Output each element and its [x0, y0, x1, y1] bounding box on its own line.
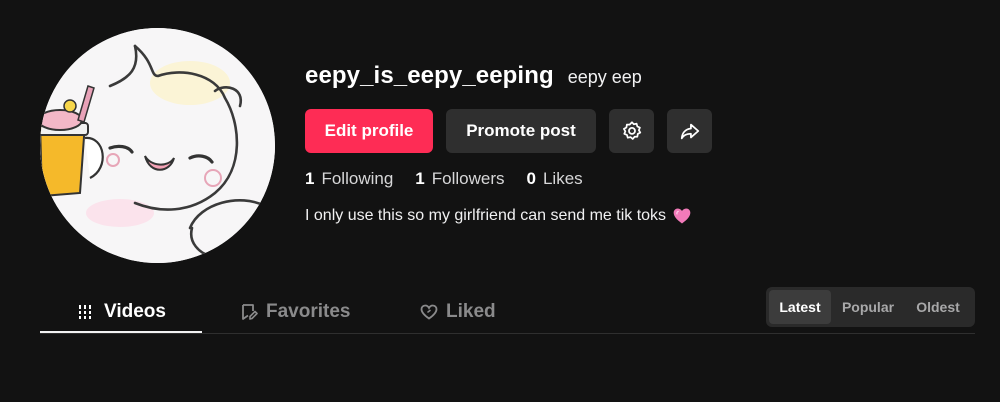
settings-button[interactable] — [609, 109, 654, 153]
edit-profile-button[interactable]: Edit profile — [305, 109, 433, 153]
sort-latest-button[interactable]: Latest — [769, 290, 831, 324]
avatar[interactable] — [40, 28, 275, 263]
bookmark-edit-icon — [242, 303, 258, 320]
following-label: Following — [321, 169, 394, 188]
following-count: 1 — [305, 169, 315, 188]
cartoon-cat-avatar-icon — [40, 28, 275, 263]
sort-oldest-button[interactable]: Oldest — [905, 290, 971, 324]
profile-stats: 1 Following 1 Followers 0 Likes — [305, 169, 583, 189]
sort-popular-button[interactable]: Popular — [831, 290, 905, 324]
tab-videos[interactable]: Videos — [78, 290, 166, 333]
followers-label: Followers — [431, 169, 505, 188]
bio: I only use this so my girlfriend can sen… — [305, 206, 692, 226]
likes-stat: 0 Likes — [527, 169, 583, 189]
promote-post-button[interactable]: Promote post — [446, 109, 596, 153]
heart-outline-icon — [420, 304, 438, 320]
nickname: eepy eep — [567, 67, 642, 87]
tab-liked-label: Liked — [446, 300, 496, 322]
share-arrow-icon — [680, 123, 699, 140]
tab-favorites[interactable]: Favorites — [240, 290, 350, 333]
tab-liked[interactable]: Liked — [420, 290, 496, 333]
followers-count: 1 — [415, 169, 425, 188]
grid-bars-icon — [78, 304, 93, 319]
sort-toggle: Latest Popular Oldest — [766, 287, 975, 327]
likes-label: Likes — [542, 169, 583, 188]
pink-heart-icon — [672, 206, 692, 226]
share-button[interactable] — [667, 109, 712, 153]
tab-videos-label: Videos — [104, 300, 166, 322]
likes-count: 0 — [526, 169, 536, 188]
username: eepy_is_eepy_eeping — [305, 62, 554, 89]
following-stat[interactable]: 1 Following — [305, 169, 393, 189]
followers-stat[interactable]: 1 Followers — [415, 169, 504, 189]
bio-text: I only use this so my girlfriend can sen… — [305, 207, 667, 224]
gear-icon — [622, 121, 641, 140]
tab-favorites-label: Favorites — [266, 300, 351, 322]
active-tab-indicator — [40, 331, 202, 333]
